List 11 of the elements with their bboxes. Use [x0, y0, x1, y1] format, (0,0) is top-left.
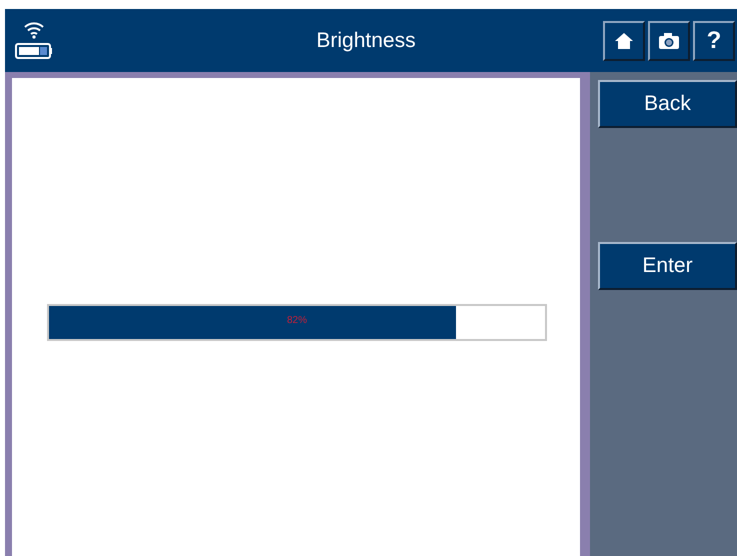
home-button[interactable] [603, 20, 645, 60]
home-icon [614, 32, 634, 50]
back-button[interactable]: Back [598, 80, 737, 128]
camera-button[interactable] [648, 20, 690, 60]
battery-icon [15, 42, 53, 60]
window-title: Brightness [315, 28, 417, 52]
camera-icon [658, 32, 680, 50]
wifi-icon [24, 21, 44, 39]
help-button[interactable]: ? [693, 20, 735, 60]
enter-button[interactable]: Enter [598, 242, 737, 290]
progress-reading: 82% [286, 315, 308, 326]
